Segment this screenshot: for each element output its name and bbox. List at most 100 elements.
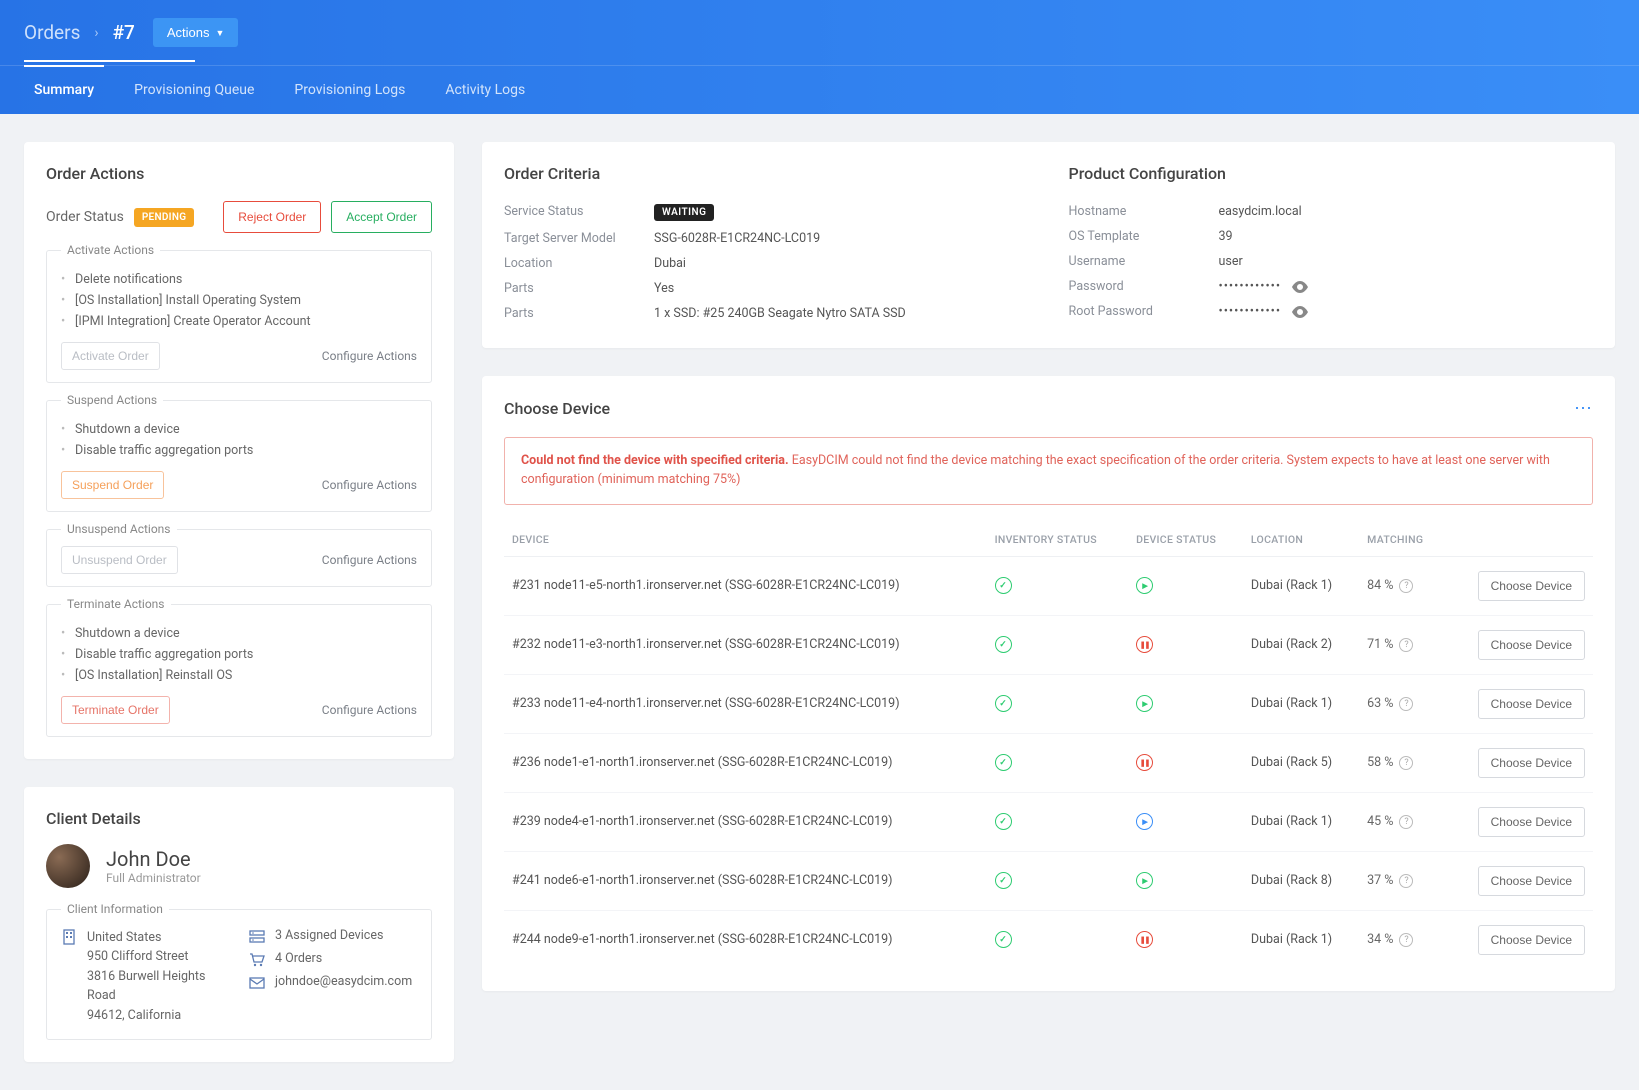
help-icon[interactable] [1399, 815, 1413, 829]
client-address-line: 94612, California [87, 1006, 229, 1025]
action-item[interactable]: Delete notifications [61, 269, 417, 290]
choose-device-button[interactable]: Choose Device [1478, 748, 1585, 778]
matching-value: 34 % [1367, 932, 1393, 947]
device-status-cell [1128, 733, 1243, 792]
help-icon[interactable] [1399, 874, 1413, 888]
order-status-label: Order Status [46, 209, 124, 225]
server-icon [249, 929, 265, 945]
action-item[interactable]: Disable traffic aggregation ports [61, 644, 417, 665]
client-stat-text: 3 Assigned Devices [275, 928, 383, 943]
criteria-row: Service StatusWAITING [504, 199, 1029, 226]
device-cell[interactable]: #232 node11-e3-north1.ironserver.net (SS… [504, 615, 987, 674]
tab-provisioning-logs[interactable]: Provisioning Logs [284, 66, 415, 114]
play-circle-icon [1136, 695, 1153, 712]
check-circle-icon [995, 872, 1012, 889]
configure-actions-link[interactable]: Configure Actions [322, 553, 417, 567]
terminate-order-button[interactable]: Terminate Order [61, 696, 170, 724]
suspend-order-button[interactable]: Suspend Order [61, 471, 164, 499]
action-list: Shutdown a deviceDisable traffic aggrega… [61, 419, 417, 461]
device-cell[interactable]: #231 node11-e5-north1.ironserver.net (SS… [504, 556, 987, 615]
criteria-value: 1 x SSD: #25 240GB Seagate Nytro SATA SS… [654, 306, 1029, 321]
pause-circle-icon [1136, 636, 1153, 653]
breadcrumb-root[interactable]: Orders [24, 21, 80, 44]
tab-provisioning-queue[interactable]: Provisioning Queue [124, 66, 264, 114]
table-header: DEVICE STATUS [1128, 523, 1243, 557]
table-row: #236 node1-e1-north1.ironserver.net (SSG… [504, 733, 1593, 792]
eye-icon[interactable] [1291, 281, 1309, 293]
device-cell[interactable]: #241 node6-e1-north1.ironserver.net (SSG… [504, 851, 987, 910]
criteria-value: SSG-6028R-E1CR24NC-LC019 [654, 231, 1029, 246]
tab-summary[interactable]: Summary [24, 66, 104, 114]
matching-value: 71 % [1367, 637, 1393, 652]
configure-actions-link[interactable]: Configure Actions [322, 349, 417, 363]
tab-activity-logs[interactable]: Activity Logs [435, 66, 535, 114]
action-item[interactable]: [IPMI Integration] Create Operator Accou… [61, 311, 417, 332]
action-group: Terminate ActionsShutdown a deviceDisabl… [46, 597, 432, 737]
help-icon[interactable] [1399, 638, 1413, 652]
config-row: Root Password•••••••••••• [1069, 299, 1594, 324]
configure-actions-link[interactable]: Configure Actions [322, 703, 417, 717]
reject-order-button[interactable]: Reject Order [223, 201, 321, 233]
client-name[interactable]: John Doe [106, 847, 201, 871]
action-cell: Choose Device [1445, 792, 1593, 851]
play-circle-icon [1136, 577, 1153, 594]
choose-device-button[interactable]: Choose Device [1478, 925, 1585, 955]
choose-device-button[interactable]: Choose Device [1478, 689, 1585, 719]
actions-dropdown-label: Actions [167, 25, 210, 40]
client-stat[interactable]: 4 Orders [249, 951, 417, 968]
inventory-status-cell [987, 556, 1128, 615]
config-value: •••••••••••• [1219, 304, 1594, 319]
matching-cell: 84 % [1359, 556, 1445, 615]
location-cell: Dubai (Rack 1) [1243, 556, 1359, 615]
client-stat[interactable]: johndoe@easydcim.com [249, 974, 417, 991]
help-icon[interactable] [1399, 756, 1413, 770]
client-stat[interactable]: 3 Assigned Devices [249, 928, 417, 945]
config-key: Username [1069, 254, 1219, 269]
device-cell[interactable]: #236 node1-e1-north1.ironserver.net (SSG… [504, 733, 987, 792]
device-status-cell [1128, 674, 1243, 733]
page-header: Orders › #7 Actions ▼ SummaryProvisionin… [0, 0, 1639, 114]
action-item[interactable]: Shutdown a device [61, 623, 417, 644]
unsuspend-order-button: Unsuspend Order [61, 546, 178, 574]
choose-device-button[interactable]: Choose Device [1478, 630, 1585, 660]
help-icon[interactable] [1399, 933, 1413, 947]
configure-actions-link[interactable]: Configure Actions [322, 478, 417, 492]
device-status-cell [1128, 851, 1243, 910]
pause-circle-icon [1136, 754, 1153, 771]
accept-order-button[interactable]: Accept Order [331, 201, 432, 233]
action-item[interactable]: [OS Installation] Reinstall OS [61, 665, 417, 686]
client-details-card: Client Details John Doe Full Administrat… [24, 787, 454, 1062]
mail-icon [249, 975, 265, 991]
device-cell[interactable]: #233 node11-e4-north1.ironserver.net (SS… [504, 674, 987, 733]
menu-dots-icon[interactable]: ⋯ [1574, 398, 1593, 419]
device-cell[interactable]: #244 node9-e1-north1.ironserver.net (SSG… [504, 910, 987, 969]
help-icon[interactable] [1399, 697, 1413, 711]
location-cell: Dubai (Rack 1) [1243, 910, 1359, 969]
eye-icon[interactable] [1291, 306, 1309, 318]
action-item[interactable]: [OS Installation] Install Operating Syst… [61, 290, 417, 311]
client-address: United States950 Clifford Street3816 Bur… [61, 928, 229, 1025]
client-details-title: Client Details [46, 809, 432, 828]
action-item[interactable]: Shutdown a device [61, 419, 417, 440]
tabs: Summary Provisioning Queue Provisioning Lo… [0, 65, 1639, 114]
choose-device-button[interactable]: Choose Device [1478, 807, 1585, 837]
matching-value: 45 % [1367, 814, 1393, 829]
action-cell: Choose Device [1445, 851, 1593, 910]
location-cell: Dubai (Rack 2) [1243, 615, 1359, 674]
matching-cell: 58 % [1359, 733, 1445, 792]
location-cell: Dubai (Rack 5) [1243, 733, 1359, 792]
check-circle-icon [995, 577, 1012, 594]
help-icon[interactable] [1399, 579, 1413, 593]
choose-device-button[interactable]: Choose Device [1478, 866, 1585, 896]
config-key: OS Template [1069, 229, 1219, 244]
choose-device-button[interactable]: Choose Device [1478, 571, 1585, 601]
config-key: Hostname [1069, 204, 1219, 219]
action-item[interactable]: Disable traffic aggregation ports [61, 440, 417, 461]
table-row: #239 node4-e1-north1.ironserver.net (SSG… [504, 792, 1593, 851]
building-icon [61, 929, 77, 945]
device-cell[interactable]: #239 node4-e1-north1.ironserver.net (SSG… [504, 792, 987, 851]
action-cell: Choose Device [1445, 556, 1593, 615]
actions-dropdown[interactable]: Actions ▼ [153, 18, 239, 47]
avatar[interactable] [46, 844, 90, 888]
alert-bold: Could not find the device with specified… [521, 453, 789, 468]
